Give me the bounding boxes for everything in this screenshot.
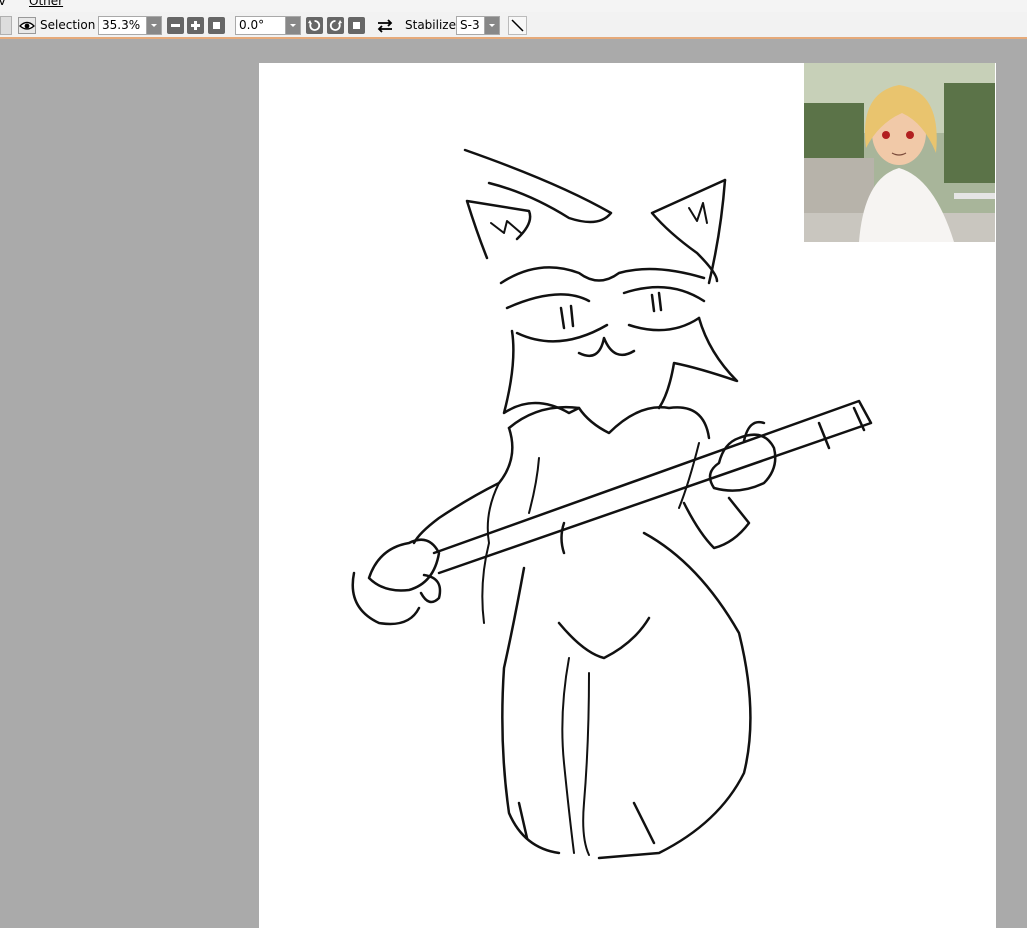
square-icon <box>353 22 360 29</box>
rotate-cw-icon <box>329 20 342 31</box>
drawing-canvas[interactable] <box>259 63 996 928</box>
stabilizer-label: Stabilizer <box>405 18 461 32</box>
menu-bar: V Other <box>0 0 1027 12</box>
menu-item-view[interactable]: V <box>0 0 6 8</box>
view-toggle-button[interactable] <box>18 17 36 34</box>
rotation-reset-button[interactable] <box>348 17 365 34</box>
rotate-right-button[interactable] <box>327 17 344 34</box>
chevron-down-icon[interactable] <box>146 17 161 34</box>
plus-icon <box>191 21 200 30</box>
rotation-select[interactable]: 0.0° <box>235 16 301 35</box>
toolbar-edge-button[interactable] <box>0 16 12 35</box>
line-tool-button[interactable] <box>508 16 527 35</box>
eye-icon <box>19 21 35 30</box>
toolbar: Selection 35.3% 0.0° Stabilizer S-3 <box>0 12 1027 39</box>
chevron-down-icon[interactable] <box>285 17 300 34</box>
flip-horizontal-button[interactable] <box>375 17 395 34</box>
zoom-value: 35.3% <box>102 18 141 32</box>
chevron-down-icon[interactable] <box>484 17 499 34</box>
zoom-reset-button[interactable] <box>208 17 225 34</box>
zoom-select[interactable]: 35.3% <box>98 16 162 35</box>
zoom-out-button[interactable] <box>167 17 184 34</box>
rotation-value: 0.0° <box>239 18 265 32</box>
minus-icon <box>171 24 180 27</box>
stabilizer-select[interactable]: S-3 <box>456 16 500 35</box>
square-icon <box>213 22 220 29</box>
selection-label: Selection <box>40 18 96 32</box>
flip-horizontal-icon <box>377 19 393 33</box>
line-tool-icon <box>511 19 524 32</box>
reference-image <box>804 63 995 242</box>
menu-item-other[interactable]: Other <box>29 0 63 8</box>
rotate-left-button[interactable] <box>306 17 323 34</box>
zoom-in-button[interactable] <box>187 17 204 34</box>
stabilizer-value: S-3 <box>460 18 480 32</box>
rotate-ccw-icon <box>308 20 321 31</box>
